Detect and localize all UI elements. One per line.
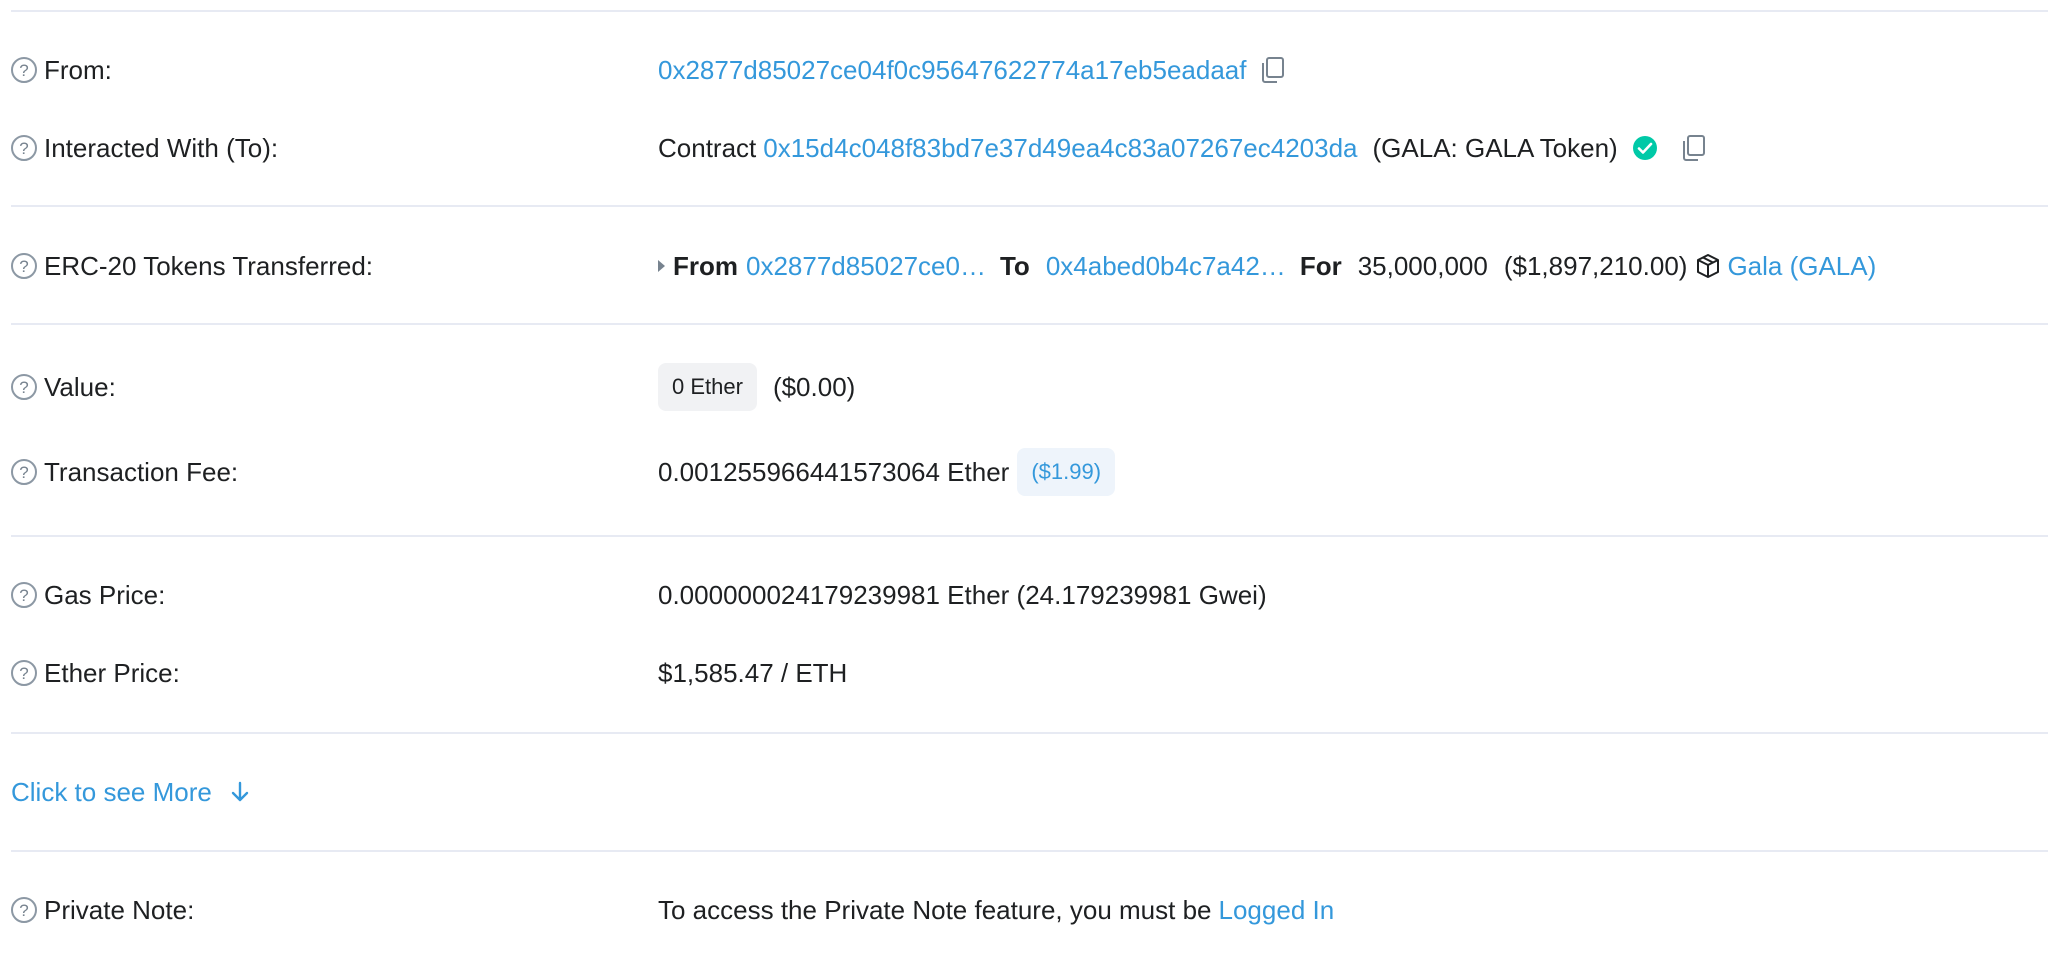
token-from-word: From	[673, 250, 738, 281]
from-label: ? From:	[11, 55, 112, 86]
value-label-text: Value:	[44, 371, 116, 402]
from-address-link[interactable]: 0x2877d85027ce04f0c95647622774a17eb5eada…	[658, 55, 1246, 86]
from-label-text: From:	[44, 54, 112, 85]
fee-label-text: Transaction Fee:	[44, 456, 239, 487]
caret-right-icon[interactable]	[658, 260, 665, 272]
gas-price-text: 0.000000024179239981 Ether (24.179239981…	[658, 579, 1267, 610]
copy-icon[interactable]	[1682, 135, 1706, 161]
help-icon[interactable]: ?	[11, 57, 37, 83]
help-icon[interactable]: ?	[11, 459, 37, 485]
row-interacted-with: ? Interacted With (To): Contract 0x15d4c…	[0, 118, 2048, 178]
to-label: ? Interacted With (To):	[11, 133, 278, 164]
see-more-toggle[interactable]: Click to see More	[11, 777, 250, 808]
private-note-text: To access the Private Note feature, you …	[658, 894, 1212, 925]
to-label-text: Interacted With (To):	[44, 132, 279, 163]
divider	[11, 10, 2048, 12]
to-value: Contract 0x15d4c048f83bd7e37d49ea4c83a07…	[658, 133, 1706, 164]
fee-amount: 0.001255966441573064 Ether	[658, 456, 1010, 487]
gas-price-value: 0.000000024179239981 Ether (24.179239981…	[658, 580, 1267, 611]
help-icon[interactable]: ?	[11, 253, 37, 279]
help-icon[interactable]: ?	[11, 374, 37, 400]
ether-price-text: $1,585.47 / ETH	[658, 657, 848, 688]
verified-check-icon	[1632, 135, 1658, 161]
row-gas-price: ? Gas Price: 0.000000024179239981 Ether …	[0, 565, 2048, 625]
value-value: 0 Ether ($0.00)	[658, 363, 855, 411]
divider	[11, 205, 2048, 207]
token-from-address-link[interactable]: 0x2877d85027ce0…	[746, 251, 986, 282]
fee-usd-badge: ($1.99)	[1017, 448, 1116, 496]
ether-price-label: ? Ether Price:	[11, 658, 180, 689]
arrow-down-icon[interactable]	[230, 780, 250, 804]
contract-address-link[interactable]: 0x15d4c048f83bd7e37d49ea4c83a07267ec4203…	[763, 133, 1357, 164]
token-name-link[interactable]: Gala (GALA)	[1727, 251, 1876, 282]
gas-price-label: ? Gas Price:	[11, 580, 165, 611]
token-to-address-link[interactable]: 0x4abed0b4c7a42…	[1046, 251, 1286, 282]
contract-prefix: Contract	[658, 132, 757, 163]
token-to-word: To	[999, 250, 1030, 281]
row-ether-price: ? Ether Price: $1,585.47 / ETH	[0, 643, 2048, 703]
help-icon[interactable]: ?	[11, 660, 37, 686]
copy-icon[interactable]	[1261, 57, 1285, 83]
cube-icon	[1695, 253, 1721, 279]
help-icon[interactable]: ?	[11, 897, 37, 923]
private-note-value: To access the Private Note feature, you …	[658, 895, 1334, 926]
divider	[11, 732, 2048, 734]
ether-price-value: $1,585.47 / ETH	[658, 658, 847, 689]
value-ether-badge: 0 Ether	[658, 363, 757, 411]
divider	[11, 535, 2048, 537]
token-usd-value: ($1,897,210.00)	[1503, 250, 1688, 281]
row-from: ? From: 0x2877d85027ce04f0c95647622774a1…	[0, 40, 2048, 100]
help-icon[interactable]: ?	[11, 135, 37, 161]
help-icon[interactable]: ?	[11, 582, 37, 608]
tokens-label: ? ERC-20 Tokens Transferred:	[11, 251, 373, 282]
token-amount: 35,000,000	[1357, 250, 1488, 281]
divider	[11, 850, 2048, 852]
ether-price-label-text: Ether Price:	[44, 657, 180, 688]
row-value: ? Value: 0 Ether ($0.00)	[0, 357, 2048, 417]
fee-label: ? Transaction Fee:	[11, 457, 238, 488]
see-more-link[interactable]: Click to see More	[11, 777, 212, 808]
tokens-label-text: ERC-20 Tokens Transferred:	[44, 250, 373, 281]
row-private-note: ? Private Note: To access the Private No…	[0, 880, 2048, 940]
row-tokens-transferred: ? ERC-20 Tokens Transferred: From 0x2877…	[0, 236, 2048, 296]
value-usd: ($0.00)	[772, 371, 856, 402]
contract-name: (GALA: GALA Token)	[1372, 132, 1618, 163]
from-value: 0x2877d85027ce04f0c95647622774a17eb5eada…	[658, 55, 1285, 86]
tokens-value: From 0x2877d85027ce0… To 0x4abed0b4c7a42…	[658, 251, 1876, 282]
transaction-details: ? From: 0x2877d85027ce04f0c95647622774a1…	[0, 0, 2048, 964]
value-label: ? Value:	[11, 372, 116, 403]
fee-value: 0.001255966441573064 Ether ($1.99)	[658, 448, 1116, 496]
gas-price-label-text: Gas Price:	[44, 579, 166, 610]
token-for-word: For	[1299, 250, 1342, 281]
divider	[11, 323, 2048, 325]
logged-in-link[interactable]: Logged In	[1219, 895, 1335, 926]
row-see-more: Click to see More	[0, 762, 2048, 822]
private-note-label-text: Private Note:	[44, 894, 195, 925]
private-note-label: ? Private Note:	[11, 895, 194, 926]
row-transaction-fee: ? Transaction Fee: 0.001255966441573064 …	[0, 442, 2048, 502]
